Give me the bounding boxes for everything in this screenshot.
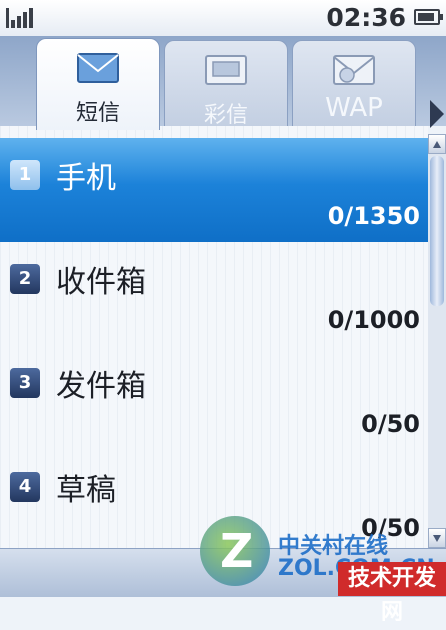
- folder-name: 手机: [56, 161, 116, 196]
- tab-sms[interactable]: 短信: [36, 38, 160, 130]
- folder-name: 草稿: [56, 473, 116, 508]
- clock-time: 02:36: [326, 3, 406, 32]
- item-number-badge: 2: [10, 264, 40, 294]
- folder-item-phone[interactable]: 1 手机 0/1350: [0, 138, 428, 242]
- item-number-badge: 1: [10, 160, 40, 190]
- tab-strip: 短信 彩信 WAP: [0, 36, 446, 130]
- item-number-badge: 3: [10, 368, 40, 398]
- tab-wap[interactable]: WAP: [292, 40, 416, 126]
- folder-name: 收件箱: [56, 265, 146, 300]
- zol-logo-watermark: Z: [200, 516, 270, 586]
- envelope-icon: [77, 53, 119, 83]
- message-count: 0/1000: [327, 306, 420, 334]
- list-scrollbar[interactable]: [428, 134, 446, 548]
- folder-item-inbox[interactable]: 2 收件箱 0/1000: [0, 242, 428, 346]
- scroll-down-arrow-icon[interactable]: [428, 528, 446, 548]
- battery-icon: [414, 9, 443, 25]
- scroll-up-arrow-icon[interactable]: [428, 134, 446, 154]
- wap-envelope-icon: [333, 55, 375, 85]
- message-count: 0/50: [361, 410, 420, 438]
- watermark-tag: 技术开发网: [338, 562, 446, 625]
- folder-list: 1 手机 0/1350 2 收件箱 0/1000 3 发件箱 0/50 4 草稿…: [0, 126, 428, 548]
- message-count: 0/1350: [327, 202, 420, 230]
- tab-sms-label: 短信: [75, 101, 120, 126]
- folder-item-outbox[interactable]: 3 发件箱 0/50: [0, 346, 428, 450]
- folder-name: 发件箱: [56, 369, 146, 404]
- item-number-badge: 4: [10, 472, 40, 502]
- signal-icon: [6, 6, 46, 28]
- status-bar: 02:36: [0, 0, 446, 36]
- scroll-thumb[interactable]: [430, 156, 444, 306]
- tab-wap-label: WAP: [325, 93, 383, 123]
- tab-scroll-right-icon[interactable]: [430, 100, 444, 128]
- picture-message-icon: [205, 55, 247, 85]
- tab-mms[interactable]: 彩信: [164, 40, 288, 128]
- tab-mms-label: 彩信: [203, 103, 248, 128]
